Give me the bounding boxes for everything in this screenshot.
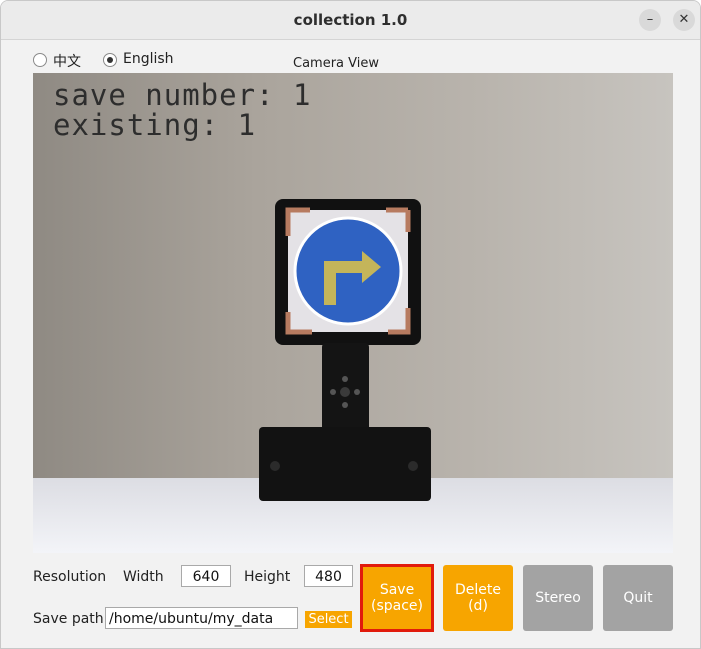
window-title: collection 1.0 (293, 11, 408, 29)
delete-button-label: Delete (d) (455, 582, 501, 614)
radio-circle-selected[interactable] (103, 53, 117, 67)
overlay-save-number: save number: 1 (53, 78, 312, 112)
stereo-button-label: Stereo (535, 590, 581, 606)
camera-view-label: Camera View (293, 56, 379, 71)
height-input[interactable]: 480 (304, 565, 353, 587)
width-input[interactable]: 640 (181, 565, 231, 587)
app-window: collection 1.0 – ✕ 中文 English Camera Vie… (0, 0, 701, 649)
height-label: Height (244, 569, 291, 585)
title-bar: collection 1.0 – ✕ (1, 1, 700, 40)
minimize-button[interactable]: – (639, 9, 661, 31)
resolution-label: Resolution (33, 569, 107, 585)
width-label: Width (123, 569, 164, 585)
save-path-label: Save path (33, 611, 104, 627)
radio-english-label: English (123, 51, 174, 67)
select-path-button[interactable]: Select (305, 611, 352, 628)
radio-circle[interactable] (33, 53, 47, 67)
delete-button[interactable]: Delete (d) (443, 565, 513, 631)
close-button[interactable]: ✕ (673, 9, 695, 31)
radio-chinese-label: 中文 (53, 54, 81, 70)
save-path-input[interactable]: /home/ubuntu/my_data (105, 607, 298, 629)
stereo-button[interactable]: Stereo (523, 565, 593, 631)
quit-button[interactable]: Quit (603, 565, 673, 631)
save-button-highlight (360, 564, 434, 632)
overlay-existing: existing: 1 (53, 108, 257, 142)
quit-button-label: Quit (623, 590, 653, 606)
camera-view-image (33, 73, 673, 553)
